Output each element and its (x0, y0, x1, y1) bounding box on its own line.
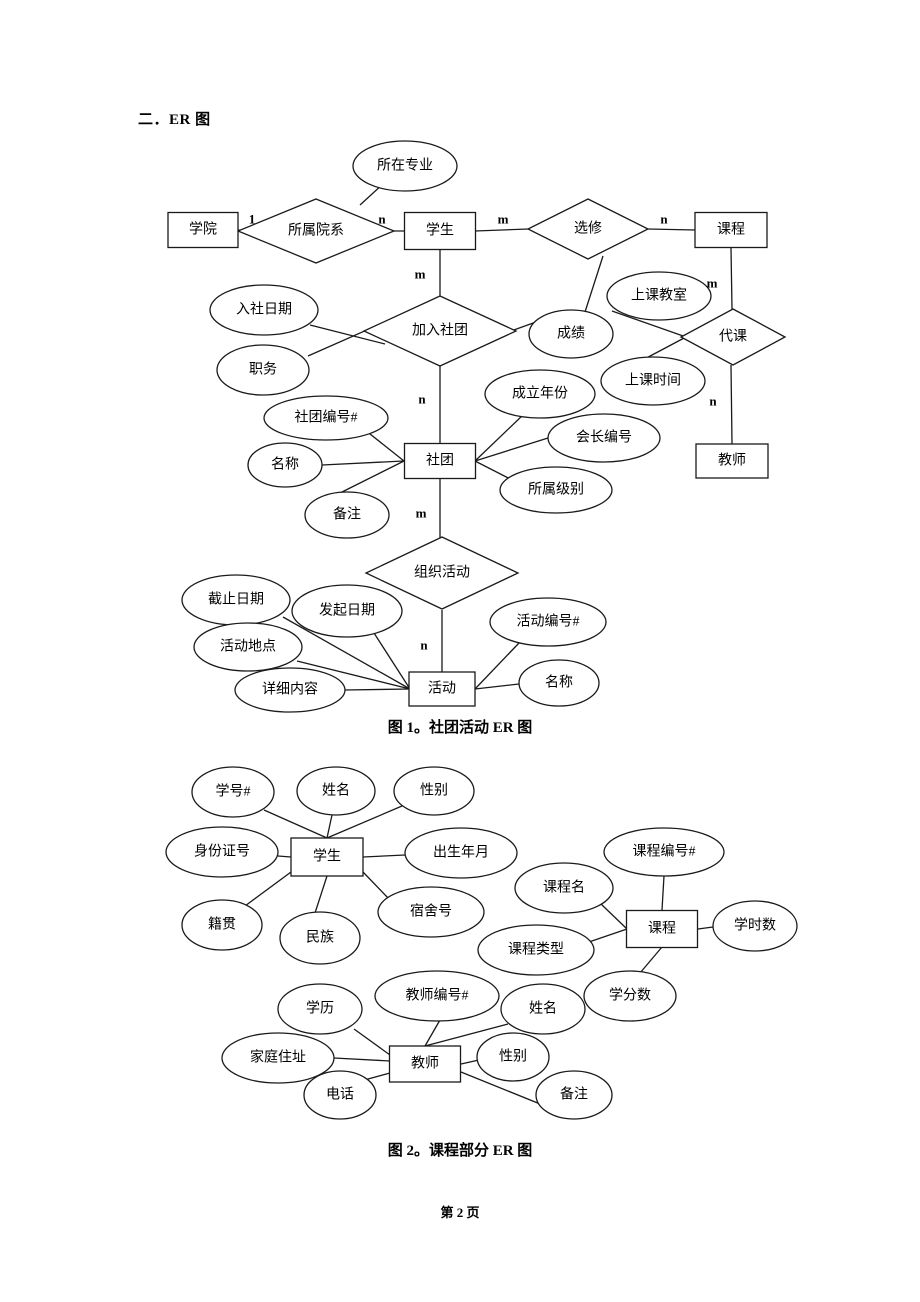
connector-line (697, 926, 714, 930)
connector-line (661, 875, 665, 911)
entity-label: 学生 (313, 849, 341, 865)
attribute-label: 课程名 (543, 880, 585, 896)
figure-2-caption: 图 2。课程部分 ER 图 (387, 1143, 533, 1159)
connector-line (460, 1059, 480, 1065)
page-footer: 第 2 页 (440, 1205, 480, 1220)
attribute-label: 性别 (499, 1049, 527, 1065)
attribute-label: 籍贯 (208, 916, 236, 933)
attribute-label: 性别 (420, 783, 448, 799)
connector-line (244, 871, 292, 907)
attribute-label: 学号# (216, 784, 251, 800)
connector-line (333, 1057, 391, 1062)
document-page: 二．ER 图 所属院系 选修 代课 加入社团 组织活动 所在专业 成绩 上课教室 上课时间 入社日… (0, 0, 920, 1302)
connector-line (314, 875, 328, 914)
connector-line (353, 1028, 391, 1056)
attribute-label: 课程类型 (508, 942, 564, 958)
er-diagram-figure-2: 学号# 姓名 性别身份证号 出生年月籍贯民族宿舍号课程编号#课程名课程类型学时数学分数… (165, 766, 798, 1120)
attribute-label: 出生年月 (433, 845, 489, 861)
attribute-label: 学历 (306, 1001, 334, 1017)
attribute-label: 宿舍号 (410, 903, 452, 920)
connector-line (362, 854, 406, 858)
connector-line (277, 855, 292, 858)
attribute-label: 身份证号 (194, 844, 250, 860)
connector-line (639, 946, 663, 974)
attribute-label: 备注 (560, 1086, 588, 1103)
attribute-label: 电话 (326, 1087, 354, 1103)
entity-label: 教师 (411, 1056, 439, 1072)
attribute-label: 教师编号# (406, 988, 469, 1004)
connector-line (326, 814, 333, 839)
attribute-label: 姓名 (529, 1001, 557, 1017)
attribute-label: 姓名 (322, 783, 350, 799)
connector-line (585, 928, 628, 944)
attribute-label: 学分数 (609, 988, 651, 1004)
attribute-label: 学时数 (734, 918, 776, 934)
attribute-label: 课程编号# (633, 844, 696, 860)
connector-line (362, 871, 391, 901)
attribute-label: 民族 (306, 930, 334, 946)
connector-line (600, 903, 628, 930)
attribute-label: 家庭住址 (250, 1049, 306, 1066)
entity-label: 课程 (648, 921, 676, 937)
connector-line (263, 809, 328, 839)
